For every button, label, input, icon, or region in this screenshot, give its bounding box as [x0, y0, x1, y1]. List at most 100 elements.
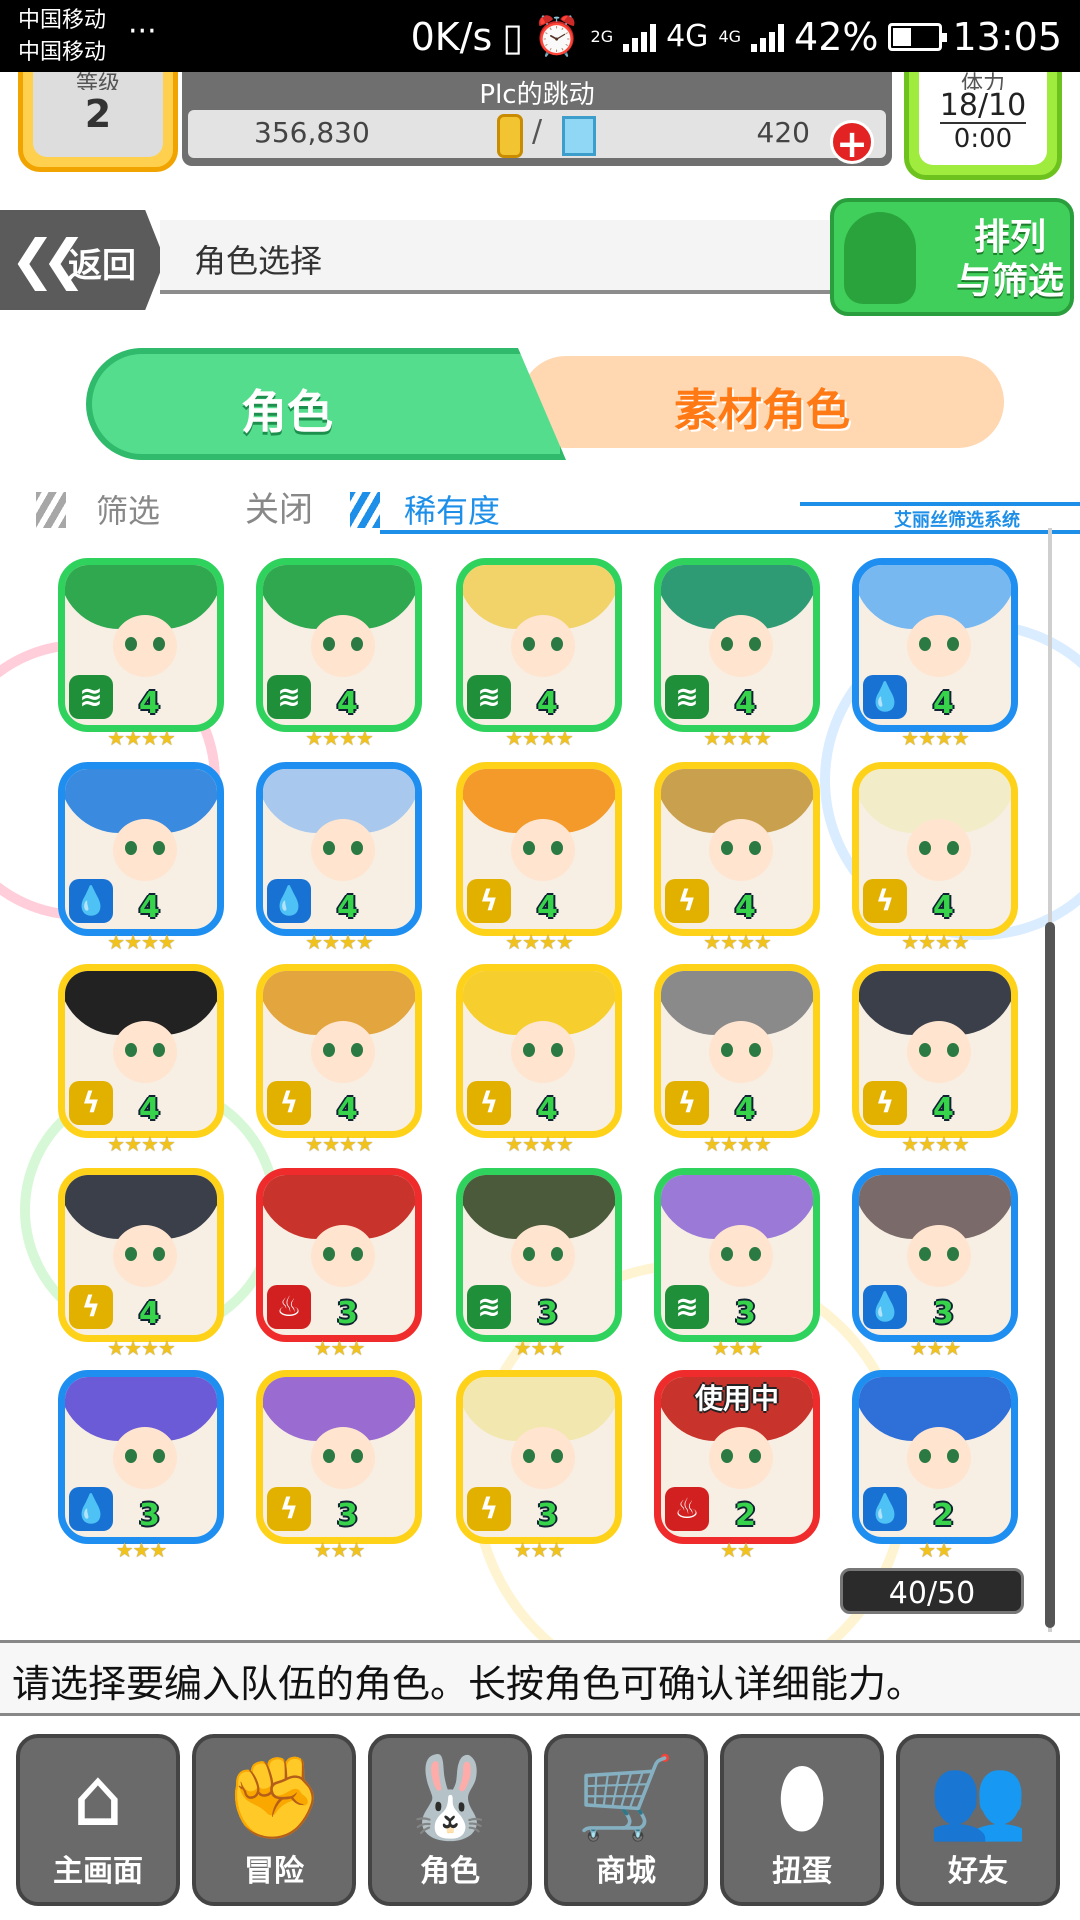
stamina-timer: 0:00 — [953, 124, 1013, 154]
nav-home[interactable]: ⌂ 主画面 — [16, 1734, 180, 1906]
rarity-stars: ★★★★ — [505, 1132, 574, 1156]
rarity-stars: ★★★ — [513, 1538, 566, 1562]
rarity-stars: ★★★ — [909, 1336, 962, 1360]
character-card[interactable]: ϟ4 — [58, 964, 224, 1138]
character-card[interactable]: ϟ4 — [654, 964, 820, 1138]
character-card[interactable]: ϟ4 — [256, 964, 422, 1138]
character-card[interactable]: 💧 3 — [852, 1168, 1018, 1342]
character-level: 4 — [537, 890, 558, 925]
character-card[interactable]: ϟ3 — [256, 1370, 422, 1544]
bunny-icon: 🐰 — [400, 1751, 500, 1844]
wind-icon: ≋ — [665, 675, 709, 719]
water-icon: 💧 — [69, 1487, 113, 1531]
home-icon: ⌂ — [72, 1751, 124, 1844]
character-card[interactable]: ≋ 3 — [456, 1168, 622, 1342]
character-card[interactable]: 💧 4 — [256, 762, 422, 936]
nav-label: 商城 — [596, 1854, 656, 1889]
rarity-stars: ★★★ — [513, 1336, 566, 1360]
character-card[interactable]: ♨ 3 — [256, 1168, 422, 1342]
rarity-stars: ★★★ — [313, 1336, 366, 1360]
thunder-icon: ϟ — [69, 1285, 113, 1329]
net-speed: 0K/s — [410, 14, 493, 59]
fire-icon: ♨ — [665, 1487, 709, 1531]
tab-characters[interactable]: 角色 — [86, 348, 566, 460]
hint-bar: 请选择要编入队伍的角色。长按角色可确认详细能力。 — [0, 1640, 1080, 1716]
filter-label[interactable]: 筛选 — [96, 486, 160, 532]
character-card[interactable]: ≋ 4 — [456, 558, 622, 732]
tab-material-label: 素材角色 — [674, 385, 850, 436]
character-card[interactable]: ≋ 4 — [256, 558, 422, 732]
rarity-stars: ★★★★ — [901, 930, 970, 954]
rarity-stars: ★★★★ — [107, 726, 176, 750]
gem-count: 420 — [756, 116, 810, 149]
character-card[interactable]: 💧 4 — [58, 762, 224, 936]
rarity-stars: ★★★★ — [305, 1132, 374, 1156]
character-level: 4 — [735, 1092, 756, 1127]
rarity-stars: ★★★ — [313, 1538, 366, 1562]
level-panel: 等级 2 — [18, 72, 178, 172]
nav-friends[interactable]: 👥 好友 — [896, 1734, 1060, 1906]
sort-filter-button[interactable]: 排列 与筛选 — [830, 198, 1074, 316]
character-level: 3 — [337, 1498, 358, 1533]
vibrate-icon: ▯ — [502, 14, 524, 59]
character-card[interactable]: ϟ4 — [456, 762, 622, 936]
coin-count: 356,830 — [254, 116, 370, 149]
friends-icon: 👥 — [928, 1751, 1028, 1844]
rarity-stars: ★★★★ — [107, 1132, 176, 1156]
double-chevron-left-icon: ❮❮ — [10, 228, 86, 291]
add-gem-button[interactable]: + — [830, 120, 874, 165]
character-card[interactable]: ϟ3 — [456, 1370, 622, 1544]
nav-label: 主画面 — [53, 1854, 143, 1889]
carrier-2: 中国移动 — [18, 40, 107, 65]
tab-characters-label: 角色 — [241, 385, 333, 439]
character-card[interactable]: 💧 2 — [852, 1370, 1018, 1544]
character-level: 4 — [735, 890, 756, 925]
water-icon: 💧 — [863, 1285, 907, 1329]
character-card[interactable]: ϟ4 — [58, 1168, 224, 1342]
filter-state[interactable]: 关闭 — [245, 482, 313, 531]
tab-material-characters[interactable]: 素材角色 — [520, 356, 1004, 448]
nav-egg[interactable]: ⬮ 扭蛋 — [720, 1734, 884, 1906]
stripe-decoration — [36, 492, 66, 528]
character-level: 4 — [139, 686, 160, 721]
nav-handshake[interactable]: ✊ 冒险 — [192, 1734, 356, 1906]
wind-icon: ≋ — [467, 1285, 511, 1329]
wind-icon: ≋ — [467, 675, 511, 719]
character-card[interactable]: ♨ 2 使用中 — [654, 1370, 820, 1544]
character-card[interactable]: ≋ 4 — [654, 558, 820, 732]
egg-icon: ⬮ — [776, 1751, 828, 1844]
character-level: 4 — [735, 686, 756, 721]
character-level: 3 — [139, 1498, 160, 1533]
rarity-stars: ★★★★ — [901, 726, 970, 750]
net-4g-a: 4G — [666, 19, 709, 54]
hint-text: 请选择要编入队伍的角色。长按角色可确认详细能力。 — [12, 1662, 925, 1706]
character-level: 4 — [337, 686, 358, 721]
character-card[interactable]: ϟ4 — [852, 762, 1018, 936]
coin-icon — [497, 114, 523, 158]
scrollbar-thumb[interactable] — [1045, 922, 1055, 1628]
net-4g-b: 4G — [718, 27, 742, 46]
character-level: 3 — [537, 1296, 558, 1331]
character-level: 4 — [537, 686, 558, 721]
character-card[interactable]: ≋ 3 — [654, 1168, 820, 1342]
rarity-stars: ★★ — [918, 1538, 953, 1562]
character-card[interactable]: ϟ4 — [852, 964, 1018, 1138]
nav-label: 冒险 — [244, 1854, 304, 1889]
character-card[interactable]: ϟ4 — [456, 964, 622, 1138]
back-button[interactable]: ❮❮ 返回 — [0, 210, 165, 310]
thunder-icon: ϟ — [863, 1081, 907, 1125]
character-level: 3 — [537, 1498, 558, 1533]
character-card[interactable]: ϟ4 — [654, 762, 820, 936]
character-level: 4 — [139, 1092, 160, 1127]
battery-percent: 42% — [794, 14, 879, 59]
character-card[interactable]: 💧 3 — [58, 1370, 224, 1544]
character-card[interactable]: 💧 4 — [852, 558, 1018, 732]
nav-cart[interactable]: 🛒 商城 — [544, 1734, 708, 1906]
stripe-decoration — [350, 492, 380, 528]
nav-bunny[interactable]: 🐰 角色 — [368, 1734, 532, 1906]
handshake-icon: ✊ — [224, 1751, 324, 1844]
character-card[interactable]: ≋ 4 — [58, 558, 224, 732]
nav-label: 好友 — [948, 1854, 1008, 1889]
rarity-stars: ★★ — [720, 1538, 755, 1562]
sort-rarity-label[interactable]: 稀有度 — [404, 486, 500, 532]
